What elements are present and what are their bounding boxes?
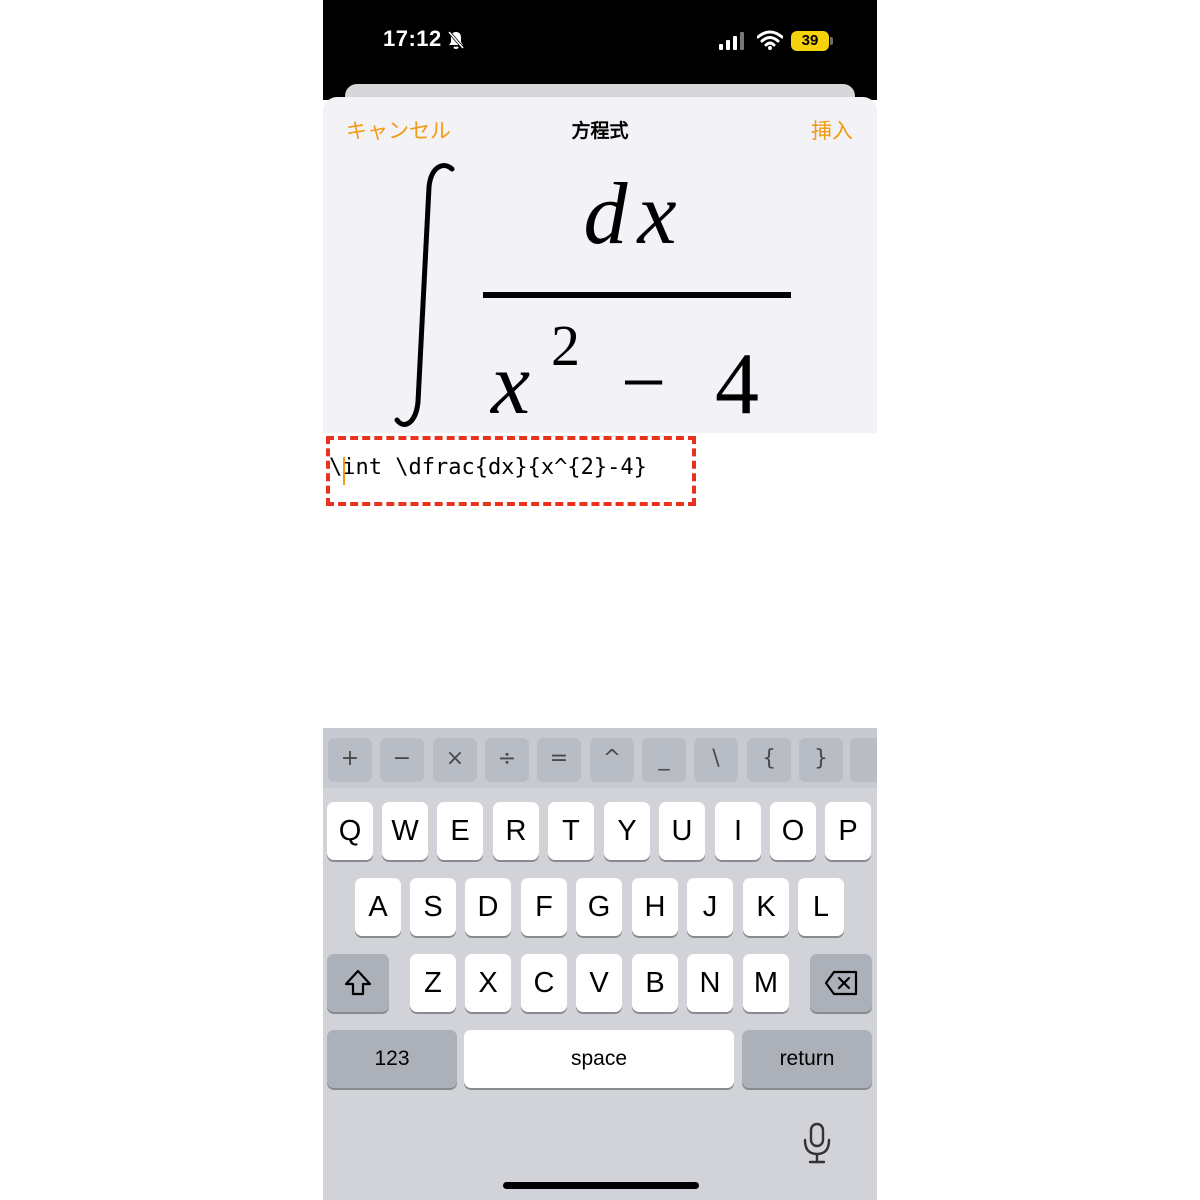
battery-indicator: 39 bbox=[791, 31, 829, 51]
home-indicator[interactable] bbox=[503, 1182, 699, 1189]
cellular-signal-icon bbox=[719, 32, 744, 50]
status-time: 17:12 bbox=[383, 26, 442, 51]
battery-tip bbox=[830, 37, 833, 45]
denominator-base: x bbox=[489, 336, 530, 433]
phone-screen: 17:12 39 キャンセル 方程式 挿入 dx x 2 − 4 \int \d… bbox=[323, 0, 877, 1200]
fraction-bar bbox=[483, 292, 791, 298]
integral-sign bbox=[394, 163, 455, 427]
denominator-exponent: 2 bbox=[551, 313, 580, 378]
wifi-icon bbox=[757, 30, 783, 50]
numerator-text: dx bbox=[583, 166, 686, 263]
equation-sheet: キャンセル 方程式 挿入 dx x 2 − 4 bbox=[323, 97, 877, 433]
denominator-constant: 4 bbox=[715, 336, 759, 433]
silent-bell-icon bbox=[447, 31, 465, 49]
highlight-annotation-box bbox=[326, 436, 696, 506]
denominator-operator: − bbox=[621, 339, 666, 427]
equation-preview: dx x 2 − 4 bbox=[394, 163, 791, 433]
